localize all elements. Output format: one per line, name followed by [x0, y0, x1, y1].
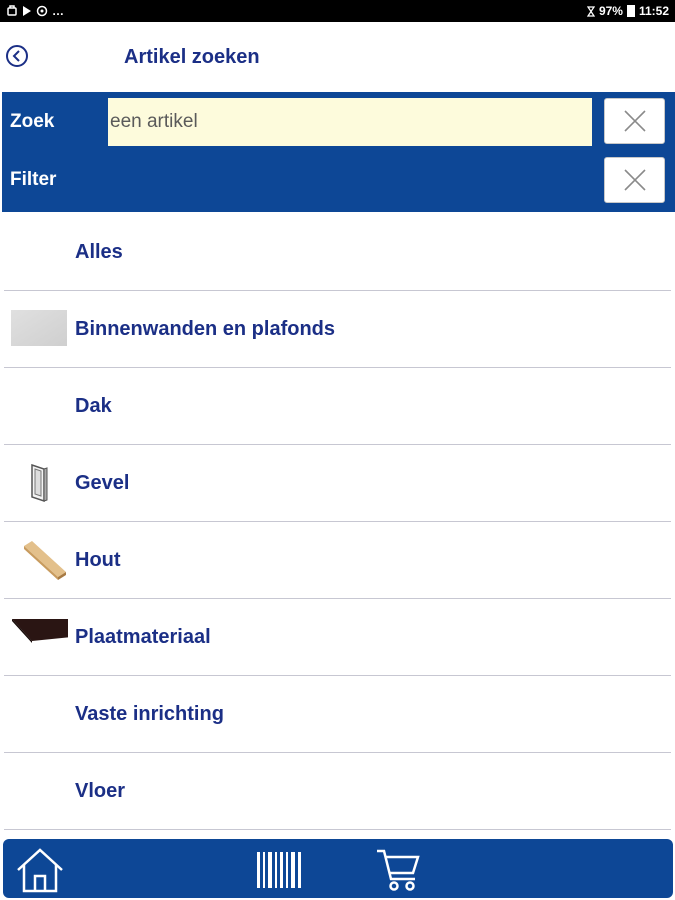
window-frame-icon: [31, 463, 48, 503]
wood-beam-icon: [24, 541, 66, 580]
page-title: Artikel zoeken: [124, 46, 260, 68]
battery-percent: 97%: [598, 4, 623, 18]
filter-label: Filter: [10, 169, 57, 190]
category-item-dak[interactable]: Dak: [4, 368, 671, 445]
home-button[interactable]: [15, 846, 65, 899]
barcode-icon: [257, 852, 301, 888]
category-item-vaste-inrichting[interactable]: Vaste inrichting: [4, 676, 671, 753]
clear-filter-button[interactable]: [604, 157, 665, 203]
category-label: Binnenwanden en plafonds: [75, 318, 336, 340]
category-label: Alles: [75, 241, 123, 263]
sync-icon: [36, 5, 48, 17]
close-icon: [623, 110, 646, 132]
dark-plate-icon: [12, 619, 68, 643]
category-label: Dak: [75, 395, 112, 417]
category-label: Vaste inrichting: [75, 703, 224, 725]
home-icon: [17, 848, 63, 893]
category-item-vloer[interactable]: Vloer: [4, 753, 671, 830]
category-label: Vloer: [75, 780, 126, 802]
status-overflow: …: [52, 4, 64, 18]
close-icon: [623, 169, 646, 191]
zoek-label: Zoek: [10, 111, 55, 132]
gray-panel-icon: [11, 310, 67, 346]
category-label: Hout: [75, 549, 121, 571]
app-header: Artikel zoeken: [0, 22, 675, 92]
status-left: …: [6, 4, 64, 18]
notification-icon: [7, 5, 17, 16]
battery-icon: [626, 5, 635, 17]
clear-search-button[interactable]: [604, 98, 665, 144]
barcode-button[interactable]: [256, 851, 302, 894]
clock: 11:52: [638, 4, 669, 18]
chevron-left-icon: [12, 50, 20, 62]
bottom-navigation: [3, 839, 673, 898]
category-item-plaatmateriaal[interactable]: Plaatmateriaal: [4, 599, 671, 676]
category-item-binnenwanden[interactable]: Binnenwanden en plafonds: [4, 291, 671, 368]
play-icon: [23, 6, 31, 16]
status-right: 97% 11:52: [586, 4, 669, 18]
alarm-icon: [586, 5, 595, 17]
category-item-alles[interactable]: Alles: [4, 214, 671, 291]
cart-button[interactable]: [375, 847, 421, 898]
category-list: Alles Binnenwanden en plafonds Dak Gevel…: [0, 214, 675, 830]
back-button[interactable]: [6, 45, 28, 67]
status-bar: … 97% 11:52: [0, 0, 675, 22]
category-item-hout[interactable]: Hout: [4, 522, 671, 599]
category-label: Gevel: [75, 472, 130, 494]
category-item-gevel[interactable]: Gevel: [4, 445, 671, 522]
search-input[interactable]: [108, 98, 592, 146]
cart-icon: [377, 849, 420, 891]
search-panel: Zoek Filter: [2, 92, 675, 212]
category-label: Plaatmateriaal: [75, 626, 211, 648]
